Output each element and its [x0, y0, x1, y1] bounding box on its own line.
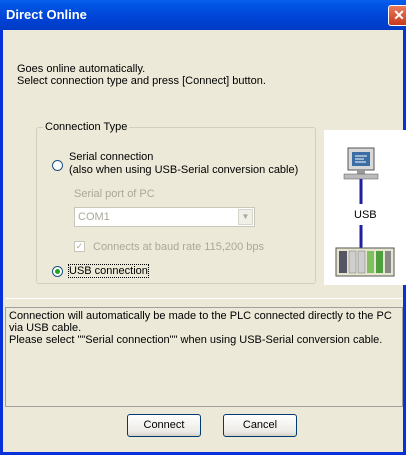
pc-monitor-icon — [343, 147, 379, 180]
connect-button[interactable]: Connect — [127, 414, 201, 437]
cancel-button[interactable]: Cancel — [223, 414, 297, 437]
connection-diagram: USB — [324, 130, 406, 285]
plc-rack-icon — [335, 247, 395, 277]
window-title: Direct Online — [6, 7, 87, 22]
usb-connection-radio[interactable] — [52, 266, 63, 277]
separator — [5, 298, 403, 299]
serial-connection-label[interactable]: Serial connection — [69, 151, 153, 163]
usb-cable-label: USB — [354, 209, 377, 221]
intro-line-2: Select connection type and press [Connec… — [17, 75, 266, 87]
serial-port-select[interactable]: COM1 ▼ — [74, 207, 255, 227]
intro-text: Goes online automatically. Select connec… — [17, 63, 266, 87]
intro-line-1: Goes online automatically. — [17, 63, 146, 75]
baud-rate-label: Connects at baud rate 115,200 bps — [93, 241, 265, 253]
info-line-1: Connection will automatically be made to… — [9, 310, 392, 334]
serial-connection-sublabel: (also when using USB-Serial conversion c… — [69, 164, 299, 176]
chevron-down-icon[interactable]: ▼ — [238, 209, 253, 225]
title-bar[interactable]: Direct Online ✕ — [0, 0, 406, 30]
serial-port-label: Serial port of PC — [74, 188, 155, 200]
info-line-2: Please select ""Serial connection"" when… — [9, 334, 383, 346]
usb-connection-label[interactable]: USB connection — [68, 264, 149, 278]
serial-connection-radio[interactable] — [52, 160, 63, 171]
direct-online-dialog: Direct Online ✕ Goes online automaticall… — [0, 0, 406, 455]
connection-diagram-svg — [335, 147, 395, 277]
connection-type-label: Connection Type — [43, 121, 130, 133]
serial-port-value: COM1 — [78, 211, 110, 223]
close-icon[interactable]: ✕ — [388, 5, 406, 26]
baud-rate-checkbox[interactable]: ✓ — [74, 241, 85, 252]
info-text-box: Connection will automatically be made to… — [5, 307, 403, 407]
